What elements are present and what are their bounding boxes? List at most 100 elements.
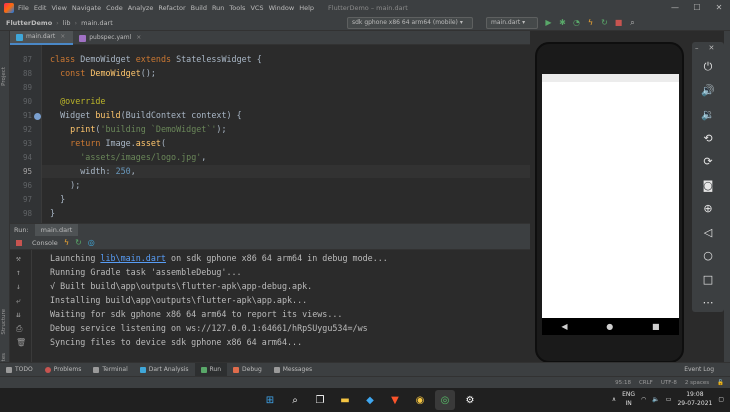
- more-icon[interactable]: ⋯: [692, 296, 724, 309]
- camera-icon[interactable]: ◙: [692, 179, 724, 192]
- windows-start-icon[interactable]: ⊞: [260, 390, 280, 410]
- console-line: Syncing files to device sdk gphone x86 6…: [50, 337, 303, 347]
- android-studio-taskbar-icon[interactable]: ◎: [435, 390, 455, 410]
- hot-reload-icon[interactable]: ϟ: [64, 238, 69, 247]
- maximize-button[interactable]: ☐: [686, 0, 708, 15]
- vscode-icon[interactable]: ◆: [360, 390, 380, 410]
- console-tab[interactable]: Console: [32, 239, 58, 247]
- battery-icon[interactable]: ▭: [666, 396, 672, 403]
- trash-icon[interactable]: 🗑: [16, 338, 26, 347]
- dart-icon: [139, 366, 146, 373]
- problems-tab[interactable]: Problems: [39, 363, 88, 377]
- chrome-icon[interactable]: ◉: [410, 390, 430, 410]
- hot-restart-icon[interactable]: ↻: [75, 238, 82, 247]
- menu-help[interactable]: Help: [299, 4, 314, 12]
- minimize-button[interactable]: —: [664, 0, 686, 15]
- minimize-icon[interactable]: –: [695, 44, 699, 52]
- messages-tab[interactable]: Messages: [268, 363, 318, 377]
- breadcrumb-file[interactable]: main.dart: [81, 19, 113, 27]
- devtools-icon[interactable]: ◎: [88, 238, 95, 247]
- debug-tab[interactable]: Debug: [227, 363, 268, 377]
- clock[interactable]: 19:08 29-07-2021: [677, 390, 712, 408]
- tab-main-dart[interactable]: main.dart ×: [10, 30, 74, 45]
- wrench-icon[interactable]: ⚒: [16, 254, 21, 263]
- messages-icon: [273, 366, 280, 373]
- menu-code[interactable]: Code: [106, 4, 123, 12]
- notification-icon[interactable]: ▢: [718, 396, 724, 403]
- arrow-down-icon[interactable]: ↓: [16, 282, 21, 291]
- home-icon[interactable]: ○: [692, 249, 724, 262]
- task-view-icon[interactable]: ❐: [310, 390, 330, 410]
- terminal-tab[interactable]: Terminal: [87, 363, 133, 377]
- override-gutter-icon[interactable]: [34, 113, 41, 120]
- menu-run[interactable]: Run: [212, 4, 224, 12]
- stop-icon[interactable]: [16, 239, 22, 246]
- close-button[interactable]: ✕: [708, 0, 730, 15]
- close-icon[interactable]: ✕: [709, 44, 715, 52]
- hot-restart-icon[interactable]: ↻: [600, 17, 609, 28]
- phone-back-button[interactable]: ◀: [561, 322, 567, 331]
- menu-window[interactable]: Window: [269, 4, 295, 12]
- wifi-icon[interactable]: ◠: [641, 396, 646, 403]
- menu-tools[interactable]: Tools: [229, 4, 245, 12]
- todo-tab[interactable]: TODO: [0, 363, 39, 377]
- brave-browser-icon[interactable]: ▼: [385, 390, 405, 410]
- power-icon[interactable]: ⏻: [692, 60, 724, 74]
- window-title: FlutterDemo – main.dart: [328, 3, 408, 12]
- soft-wrap-icon[interactable]: ⤶: [16, 296, 20, 306]
- search-icon[interactable]: ⌕: [285, 390, 305, 410]
- line-number: 94: [22, 153, 32, 162]
- menu-vcs[interactable]: VCS: [250, 4, 263, 12]
- rotate-right-icon[interactable]: ⟳: [692, 155, 724, 168]
- menu-refactor[interactable]: Refactor: [158, 4, 185, 12]
- run-icon[interactable]: ▶: [544, 17, 553, 28]
- stop-icon[interactable]: ■: [614, 17, 623, 28]
- menu-edit[interactable]: Edit: [34, 4, 47, 12]
- phone-overview-button[interactable]: ■: [652, 322, 660, 331]
- chevron-up-icon[interactable]: ∧: [612, 396, 616, 403]
- run-tab-main-dart[interactable]: main.dart: [34, 223, 79, 237]
- device-selector[interactable]: sdk gphone x86 64 arm64 (mobile) ▾: [347, 17, 473, 29]
- back-icon[interactable]: ◁: [692, 226, 724, 239]
- file-explorer-icon[interactable]: ▬: [335, 390, 355, 410]
- main-dart-link[interactable]: lib\main.dart: [100, 253, 166, 263]
- menu-build[interactable]: Build: [191, 4, 207, 12]
- run-console[interactable]: ⚒ ↑ ↓ ⤶ ⇊ ⎙ 🗑 Launching lib\main.dart on…: [10, 250, 530, 362]
- phone-home-button[interactable]: ●: [606, 322, 613, 331]
- structure-tool-tab[interactable]: Structure: [1, 309, 7, 335]
- dart-file-icon: [16, 33, 23, 41]
- taskbar-apps: ⊞ ⌕ ❐ ▬ ◆ ▼ ◉ ◎ ⚙: [260, 390, 480, 410]
- close-icon[interactable]: ×: [136, 31, 141, 45]
- zoom-icon[interactable]: ⊕: [692, 202, 724, 215]
- close-icon[interactable]: ×: [60, 30, 65, 44]
- debug-icon[interactable]: ✱: [558, 17, 567, 28]
- scroll-to-end-icon[interactable]: ⇊: [16, 310, 21, 319]
- event-log-tab[interactable]: Event Log: [684, 363, 714, 377]
- run-tab[interactable]: Run: [194, 362, 228, 377]
- breadcrumb-folder[interactable]: lib: [63, 19, 71, 27]
- debug-icon: [233, 366, 240, 373]
- phone-screen[interactable]: [542, 74, 679, 318]
- settings-icon[interactable]: ⚙: [460, 390, 480, 410]
- menu-analyze[interactable]: Analyze: [128, 4, 154, 12]
- hot-reload-icon[interactable]: ϟ: [586, 17, 595, 28]
- run-config-selector[interactable]: main.dart ▾: [486, 17, 538, 29]
- volume-icon[interactable]: 🔈: [652, 396, 659, 403]
- print-icon[interactable]: ⎙: [16, 324, 22, 334]
- dart-analysis-tab[interactable]: Dart Analysis: [134, 363, 195, 377]
- volume-down-icon[interactable]: 🔉: [692, 108, 724, 121]
- project-tool-tab[interactable]: Project: [1, 67, 7, 86]
- profile-icon[interactable]: ◔: [572, 17, 581, 28]
- menu-file[interactable]: File: [18, 4, 29, 12]
- menu-navigate[interactable]: Navigate: [72, 4, 101, 12]
- menu-view[interactable]: View: [51, 4, 66, 12]
- language-indicator[interactable]: ENG IN: [622, 390, 635, 408]
- search-icon[interactable]: ⌕: [628, 17, 637, 28]
- code-editor[interactable]: 87 88 89 90 91 92 93 94 95 96 97 98 clas…: [10, 45, 530, 223]
- arrow-up-icon[interactable]: ↑: [16, 268, 21, 277]
- breadcrumb-project[interactable]: FlutterDemo: [6, 19, 52, 27]
- volume-up-icon[interactable]: 🔊: [692, 84, 724, 97]
- overview-icon[interactable]: □: [692, 273, 724, 286]
- rotate-left-icon[interactable]: ⟲: [692, 132, 724, 145]
- tab-pubspec-yaml[interactable]: pubspec.yaml ×: [73, 31, 149, 45]
